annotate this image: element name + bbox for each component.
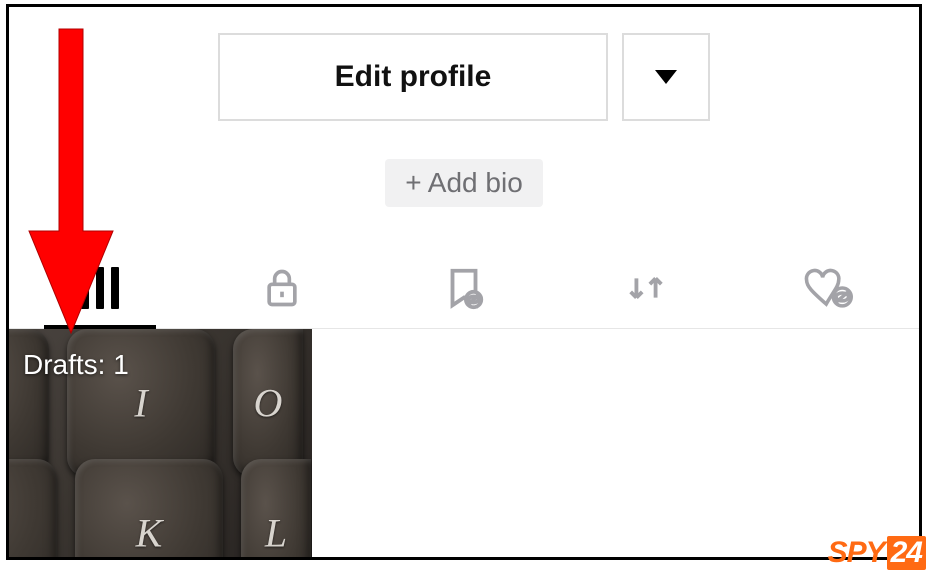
feed-grid-icon: [81, 267, 119, 309]
tab-liked[interactable]: [737, 247, 919, 328]
add-bio-row: + Add bio: [9, 159, 919, 207]
repost-icon: [623, 265, 669, 311]
tab-reposts[interactable]: [555, 247, 737, 328]
caret-down-icon: [655, 70, 677, 84]
watermark-text-1: SPY: [828, 536, 885, 570]
tab-saved[interactable]: [373, 247, 555, 328]
tab-private[interactable]: [191, 247, 373, 328]
add-bio-button[interactable]: + Add bio: [385, 159, 543, 207]
drafts-tile[interactable]: Drafts: 1: [9, 329, 312, 560]
app-frame: Edit profile + Add bio: [6, 4, 922, 560]
lock-icon: [260, 266, 304, 310]
profile-content-grid: Drafts: 1: [9, 329, 919, 560]
profile-tabs: [9, 247, 919, 329]
heart-hidden-icon: [803, 265, 853, 311]
watermark-text-2: 24: [887, 536, 926, 570]
watermark-logo: SPY 24: [828, 536, 926, 570]
edit-profile-button[interactable]: Edit profile: [218, 33, 608, 121]
drafts-count-label: Drafts: 1: [23, 349, 129, 381]
profile-more-dropdown-button[interactable]: [622, 33, 710, 121]
tab-feed[interactable]: [9, 247, 191, 328]
bookmark-hidden-icon: [441, 265, 487, 311]
profile-actions-row: Edit profile: [9, 7, 919, 121]
